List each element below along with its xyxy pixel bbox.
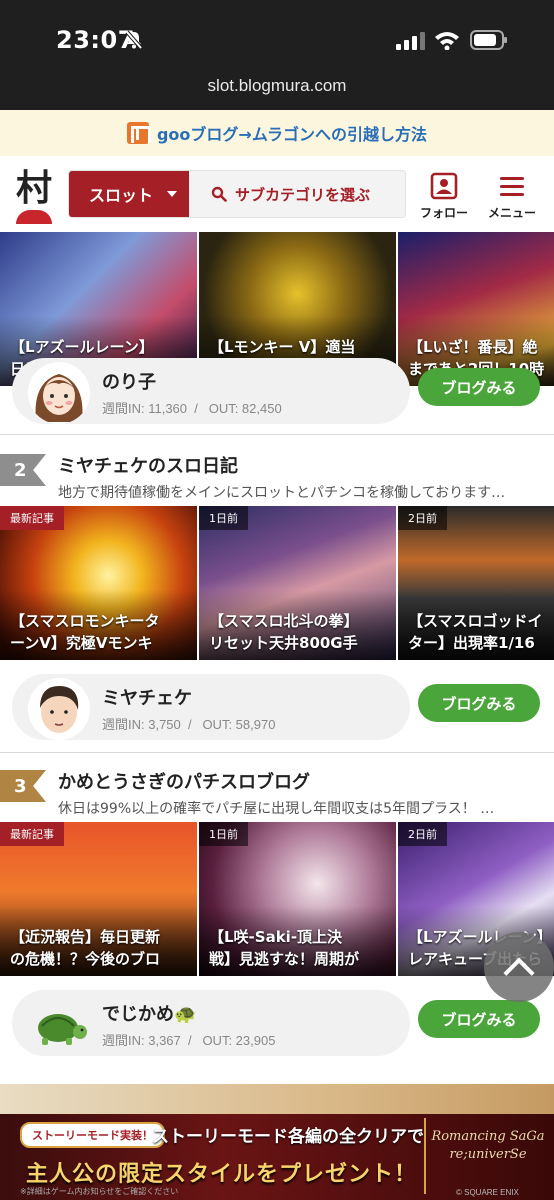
article-title: 【スマスロゴッドイ ター】出現率1/16 xyxy=(408,612,543,652)
category-selector: スロット サブカテゴリを選ぶ xyxy=(68,170,406,218)
blogger-stats: 週間IN: 11,360 / OUT: 82,450 xyxy=(102,401,282,416)
view-blog-button[interactable]: ブログみる xyxy=(418,684,540,722)
ranking-header[interactable]: 3 かめとうさぎのパチスロブログ 休日は99%以上の確率でパチ屋に出現し年間収支… xyxy=(0,762,554,824)
blogger-name: でじかめ🐢 xyxy=(102,1004,197,1025)
hamburger-icon xyxy=(500,177,524,196)
blog-description: 地方で期待値稼働をメインにスロットとパチンコを稼働しております… xyxy=(58,485,506,501)
blog-title[interactable]: ミヤチェケのスロ日記 xyxy=(58,452,238,478)
follow-button[interactable]: フォロー xyxy=(414,172,474,221)
subcategory-selector[interactable]: サブカテゴリを選ぶ xyxy=(189,171,405,217)
view-blog-button[interactable]: ブログみる xyxy=(418,1000,540,1038)
cellular-signal-icon xyxy=(396,32,425,50)
profile-pill[interactable]: ミヤチェケ 週間IN: 3,750 / OUT: 58,970 xyxy=(12,674,410,740)
article-card[interactable]: 2日前 【スマスロゴッドイ ター】出現率1/16 xyxy=(398,506,554,660)
article-age-badge: 最新記事 xyxy=(0,822,64,846)
notice-banner[interactable]: gooブログ→ムラゴンへの引越し方法 xyxy=(0,110,554,156)
article-card[interactable]: 最新記事 【スマスロモンキータ ーンV】究極Vモンキ xyxy=(0,506,197,660)
divider xyxy=(0,752,554,753)
scroll-to-top-button[interactable] xyxy=(484,932,554,1002)
logo-sun-icon xyxy=(16,210,52,224)
follow-label: フォロー xyxy=(419,206,468,220)
rank-badge: 3 xyxy=(0,770,46,802)
ad-game-logo: Romancing SaGa re;univerSe xyxy=(424,1118,550,1194)
wifi-icon xyxy=(435,32,459,50)
weekly-out: OUT: 23,905 xyxy=(202,1033,276,1048)
url-bar[interactable]: slot.blogmura.com xyxy=(0,76,554,96)
ad-copyright: © SQUARE ENIX xyxy=(456,1188,519,1197)
blog-title[interactable]: かめとうさぎのパチスロブログ xyxy=(58,768,310,794)
avatar xyxy=(28,678,90,740)
weekly-in: 週間IN: 3,750 xyxy=(102,717,181,732)
article-title: 【スマスロ北斗の拳】 リセット天井800G手 xyxy=(209,612,359,652)
article-age-badge: 1日前 xyxy=(199,822,248,846)
rank-badge: 2 xyxy=(0,454,46,486)
site-logo[interactable]: 村 xyxy=(12,168,56,226)
weekly-out: OUT: 82,450 xyxy=(208,401,282,416)
ad-banner-top[interactable] xyxy=(0,1084,554,1114)
blogger-profile: でじかめ🐢 週間IN: 3,367 / OUT: 23,905 ブログみる xyxy=(0,984,554,1060)
article-card[interactable]: 1日前 【L咲-Saki-頂上決 戦】見逃すな！周期が xyxy=(199,822,396,976)
blogger-profile: ミヤチェケ 週間IN: 3,750 / OUT: 58,970 ブログみる xyxy=(0,668,554,744)
ad-fine-print: ※詳細はゲーム内お知らせをご確認ください xyxy=(20,1187,179,1196)
ad-subheadline: 主人公の限定スタイルをプレゼント！ xyxy=(26,1162,418,1187)
blog-description: 休日は99%以上の確率でパチ屋に出現し年間収支は5年間プラス！ … xyxy=(58,801,495,817)
article-card[interactable]: 最新記事 【近況報告】毎日更新 の危機！？今後のブロ xyxy=(0,822,197,976)
ad-headline: ストーリーモード各編の全クリアで xyxy=(152,1127,424,1147)
category-label: スロット xyxy=(89,186,154,205)
bell-muted-icon xyxy=(125,30,143,50)
status-bar: 23:07 slot.blogmura.com xyxy=(0,0,554,110)
divider xyxy=(0,434,554,435)
ranking-header[interactable]: 2 ミヤチェケのスロ日記 地方で期待値稼働をメインにスロットとパチンコを稼働して… xyxy=(0,446,554,508)
profile-pill[interactable]: でじかめ🐢 週間IN: 3,367 / OUT: 23,905 xyxy=(12,990,410,1056)
subcategory-label: サブカテゴリを選ぶ xyxy=(235,185,371,204)
article-age-badge: 2日前 xyxy=(398,822,447,846)
article-carousel: 最新記事 【スマスロモンキータ ーンV】究極Vモンキ 1日前 【スマスロ北斗の拳… xyxy=(0,506,554,660)
battery-icon xyxy=(470,30,507,50)
weekly-in: 週間IN: 3,367 xyxy=(102,1033,181,1048)
category-dropdown[interactable]: スロット xyxy=(69,171,189,217)
article-carousel: 最新記事 【近況報告】毎日更新 の危機！？今後のブロ 1日前 【L咲-Saki-… xyxy=(0,822,554,976)
weekly-in: 週間IN: 11,360 xyxy=(102,401,188,416)
profile-pill[interactable]: のり子 週間IN: 11,360 / OUT: 82,450 xyxy=(12,358,410,424)
ad-banner[interactable]: ストーリーモード実装！ ストーリーモード各編の全クリアで 主人公の限定スタイルを… xyxy=(0,1114,554,1200)
site-header: 村 スロット サブカテゴリを選ぶ フォロー メニュー xyxy=(0,156,554,380)
menu-button[interactable]: メニュー xyxy=(482,172,542,221)
search-icon xyxy=(211,186,227,202)
user-icon xyxy=(430,172,458,200)
menu-label: メニュー xyxy=(487,206,536,220)
blogger-stats: 週間IN: 3,367 / OUT: 23,905 xyxy=(102,1033,276,1048)
article-age-badge: 最新記事 xyxy=(0,506,64,530)
blogger-stats: 週間IN: 3,750 / OUT: 58,970 xyxy=(102,717,276,732)
ad-logo-text: Romancing SaGa re;univerSe xyxy=(431,1129,545,1162)
article-title: 【近況報告】毎日更新 の危機！？今後のブロ xyxy=(10,928,161,968)
blogger-profile: のり子 週間IN: 11,360 / OUT: 82,450 ブログみる xyxy=(0,352,554,428)
logo-mark: 村 xyxy=(15,167,52,209)
ad-chip: ストーリーモード実装！ xyxy=(20,1122,165,1148)
goo-blog-icon xyxy=(126,122,151,144)
article-title: 【L咲-Saki-頂上決 戦】見逃すな！周期が xyxy=(209,928,360,968)
avatar xyxy=(28,994,90,1056)
notice-text[interactable]: gooブログ→ムラゴンへの引越し方法 xyxy=(157,121,427,145)
article-card[interactable]: 1日前 【スマスロ北斗の拳】 リセット天井800G手 xyxy=(199,506,396,660)
blogger-name: のり子 xyxy=(102,372,156,393)
weekly-out: OUT: 58,970 xyxy=(202,717,276,732)
article-title: 【スマスロモンキータ ーンV】究極Vモンキ xyxy=(10,612,160,652)
blogger-name: ミヤチェケ xyxy=(102,688,192,709)
view-blog-button[interactable]: ブログみる xyxy=(418,368,540,406)
article-age-badge: 1日前 xyxy=(199,506,248,530)
article-age-badge: 2日前 xyxy=(398,506,447,530)
avatar xyxy=(28,362,90,424)
